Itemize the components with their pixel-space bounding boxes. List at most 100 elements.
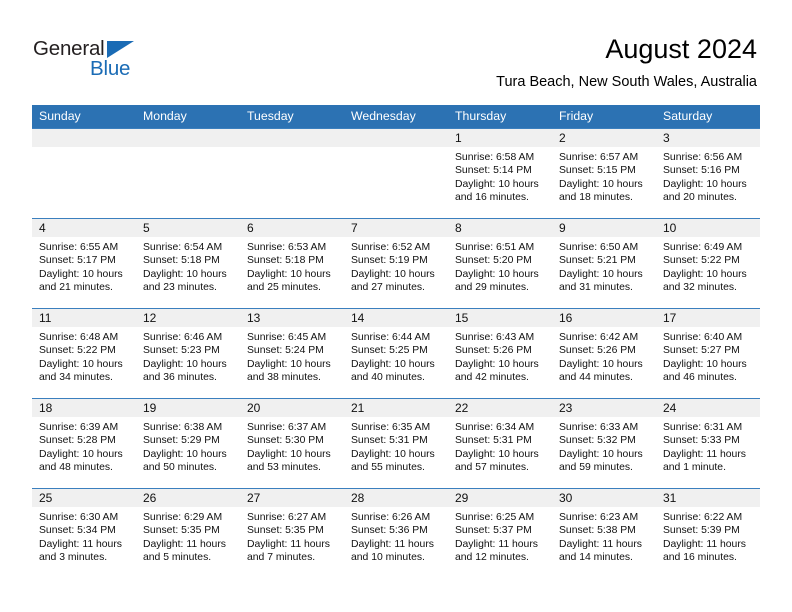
weekday-header-friday: Friday <box>552 105 656 129</box>
daylight-text-line1: Daylight: 10 hours <box>143 268 227 280</box>
day-number: 23 <box>552 399 656 417</box>
daylight-text-line1: Daylight: 11 hours <box>559 538 642 550</box>
sunset-text: Sunset: 5:15 PM <box>559 165 636 177</box>
calendar-day-cell-empty <box>32 128 136 219</box>
calendar-day-cell[interactable]: 18 Sunrise: 6:39 AM Sunset: 5:28 PM Dayligh… <box>32 398 136 489</box>
calendar-week-row: 4 Sunrise: 6:55 AM Sunset: 5:17 PM Daylight… <box>32 218 760 309</box>
calendar-day-cell[interactable]: 15 Sunrise: 6:43 AM Sunset: 5:26 PM Dayligh… <box>448 308 552 399</box>
sunrise-text: Sunrise: 6:48 AM <box>39 332 119 343</box>
day-details: Sunrise: 6:48 AM Sunset: 5:22 PM Daylight:… <box>32 327 136 384</box>
calendar-day-cell[interactable]: 9 Sunrise: 6:50 AM Sunset: 5:21 PM Daylight… <box>552 218 656 309</box>
daylight-text-line2: and 31 minutes. <box>559 281 633 293</box>
daylight-text-line2: and 1 minute. <box>663 461 726 473</box>
daylight-text-line1: Daylight: 11 hours <box>663 538 746 550</box>
day-number: 15 <box>448 309 552 327</box>
day-cell-inner <box>240 129 344 218</box>
calendar-day-cell[interactable]: 1 Sunrise: 6:58 AM Sunset: 5:14 PM Daylight… <box>448 128 552 219</box>
calendar-day-cell[interactable]: 27 Sunrise: 6:27 AM Sunset: 5:35 PM Dayligh… <box>240 488 344 579</box>
sunrise-text: Sunrise: 6:46 AM <box>143 332 223 343</box>
sunrise-text: Sunrise: 6:34 AM <box>455 422 535 433</box>
calendar-week-row: 11 Sunrise: 6:48 AM Sunset: 5:22 PM Dayligh… <box>32 308 760 399</box>
brand-logo[interactable]: General Blue <box>33 38 153 86</box>
daylight-text-line1: Daylight: 11 hours <box>247 538 330 550</box>
day-number: 13 <box>240 309 344 327</box>
calendar-day-cell[interactable]: 7 Sunrise: 6:52 AM Sunset: 5:19 PM Daylight… <box>344 218 448 309</box>
day-details: Sunrise: 6:44 AM Sunset: 5:25 PM Daylight:… <box>344 327 448 384</box>
day-number: 6 <box>240 219 344 237</box>
day-details: Sunrise: 6:26 AM Sunset: 5:36 PM Daylight:… <box>344 507 448 564</box>
sunrise-text: Sunrise: 6:44 AM <box>351 332 431 343</box>
day-number: 11 <box>32 309 136 327</box>
sunset-text: Sunset: 5:14 PM <box>455 165 532 177</box>
day-details: Sunrise: 6:39 AM Sunset: 5:28 PM Daylight:… <box>32 417 136 474</box>
sunrise-text: Sunrise: 6:53 AM <box>247 242 327 253</box>
day-cell-inner: 16 Sunrise: 6:42 AM Sunset: 5:26 PM Dayligh… <box>552 309 656 398</box>
daylight-text-line2: and 21 minutes. <box>39 281 113 293</box>
calendar-day-cell[interactable]: 28 Sunrise: 6:26 AM Sunset: 5:36 PM Dayligh… <box>344 488 448 579</box>
day-number: 12 <box>136 309 240 327</box>
day-details: Sunrise: 6:35 AM Sunset: 5:31 PM Daylight:… <box>344 417 448 474</box>
page-title: August 2024 <box>605 34 757 64</box>
calendar-day-cell[interactable]: 20 Sunrise: 6:37 AM Sunset: 5:30 PM Dayligh… <box>240 398 344 489</box>
calendar-day-cell[interactable]: 16 Sunrise: 6:42 AM Sunset: 5:26 PM Dayligh… <box>552 308 656 399</box>
daylight-text-line2: and 7 minutes. <box>247 551 316 563</box>
calendar-day-cell[interactable]: 4 Sunrise: 6:55 AM Sunset: 5:17 PM Daylight… <box>32 218 136 309</box>
sunset-text: Sunset: 5:16 PM <box>663 165 740 177</box>
sunrise-text: Sunrise: 6:56 AM <box>663 152 743 163</box>
triangle-icon <box>107 41 134 58</box>
weekday-header-saturday: Saturday <box>656 105 760 129</box>
day-cell-inner <box>136 129 240 218</box>
sunrise-text: Sunrise: 6:55 AM <box>39 242 119 253</box>
day-number: 1 <box>448 129 552 147</box>
calendar-day-cell[interactable]: 6 Sunrise: 6:53 AM Sunset: 5:18 PM Daylight… <box>240 218 344 309</box>
calendar-day-cell[interactable]: 26 Sunrise: 6:29 AM Sunset: 5:35 PM Dayligh… <box>136 488 240 579</box>
daylight-text-line1: Daylight: 10 hours <box>39 448 123 460</box>
sunrise-text: Sunrise: 6:39 AM <box>39 422 119 433</box>
calendar-day-cell[interactable]: 3 Sunrise: 6:56 AM Sunset: 5:16 PM Daylight… <box>656 128 760 219</box>
daylight-text-line1: Daylight: 10 hours <box>559 448 643 460</box>
daylight-text-line1: Daylight: 10 hours <box>247 358 331 370</box>
calendar-day-cell[interactable]: 29 Sunrise: 6:25 AM Sunset: 5:37 PM Dayligh… <box>448 488 552 579</box>
calendar-day-cell[interactable]: 10 Sunrise: 6:49 AM Sunset: 5:22 PM Dayligh… <box>656 218 760 309</box>
day-number <box>240 129 344 147</box>
calendar-day-cell[interactable]: 24 Sunrise: 6:31 AM Sunset: 5:33 PM Dayligh… <box>656 398 760 489</box>
calendar-day-cell[interactable]: 23 Sunrise: 6:33 AM Sunset: 5:32 PM Dayligh… <box>552 398 656 489</box>
daylight-text-line1: Daylight: 11 hours <box>143 538 226 550</box>
day-details: Sunrise: 6:42 AM Sunset: 5:26 PM Daylight:… <box>552 327 656 384</box>
day-details: Sunrise: 6:25 AM Sunset: 5:37 PM Daylight:… <box>448 507 552 564</box>
sunrise-text: Sunrise: 6:30 AM <box>39 512 119 523</box>
calendar-day-cell[interactable]: 2 Sunrise: 6:57 AM Sunset: 5:15 PM Daylight… <box>552 128 656 219</box>
calendar-day-cell[interactable]: 25 Sunrise: 6:30 AM Sunset: 5:34 PM Dayligh… <box>32 488 136 579</box>
sunset-text: Sunset: 5:32 PM <box>559 435 636 447</box>
day-details: Sunrise: 6:40 AM Sunset: 5:27 PM Daylight:… <box>656 327 760 384</box>
daylight-text-line2: and 3 minutes. <box>39 551 108 563</box>
calendar-body: 1 Sunrise: 6:58 AM Sunset: 5:14 PM Daylight… <box>32 128 760 579</box>
day-cell-inner: 19 Sunrise: 6:38 AM Sunset: 5:29 PM Dayligh… <box>136 399 240 488</box>
sunset-text: Sunset: 5:17 PM <box>39 255 116 267</box>
daylight-text-line1: Daylight: 10 hours <box>559 268 643 280</box>
day-cell-inner: 11 Sunrise: 6:48 AM Sunset: 5:22 PM Dayligh… <box>32 309 136 398</box>
calendar-week-row: 18 Sunrise: 6:39 AM Sunset: 5:28 PM Dayligh… <box>32 398 760 489</box>
day-details: Sunrise: 6:58 AM Sunset: 5:14 PM Daylight:… <box>448 147 552 204</box>
calendar-day-cell[interactable]: 12 Sunrise: 6:46 AM Sunset: 5:23 PM Dayligh… <box>136 308 240 399</box>
day-cell-inner: 21 Sunrise: 6:35 AM Sunset: 5:31 PM Dayligh… <box>344 399 448 488</box>
sunset-text: Sunset: 5:31 PM <box>351 435 428 447</box>
sunset-text: Sunset: 5:24 PM <box>247 345 324 357</box>
calendar-day-cell[interactable]: 11 Sunrise: 6:48 AM Sunset: 5:22 PM Dayligh… <box>32 308 136 399</box>
calendar-day-cell[interactable]: 8 Sunrise: 6:51 AM Sunset: 5:20 PM Daylight… <box>448 218 552 309</box>
calendar-day-cell[interactable]: 30 Sunrise: 6:23 AM Sunset: 5:38 PM Dayligh… <box>552 488 656 579</box>
sunrise-text: Sunrise: 6:22 AM <box>663 512 743 523</box>
calendar-day-cell[interactable]: 5 Sunrise: 6:54 AM Sunset: 5:18 PM Daylight… <box>136 218 240 309</box>
sunset-text: Sunset: 5:22 PM <box>663 255 740 267</box>
calendar-day-cell[interactable]: 13 Sunrise: 6:45 AM Sunset: 5:24 PM Dayligh… <box>240 308 344 399</box>
sunset-text: Sunset: 5:20 PM <box>455 255 532 267</box>
calendar-week-row: 1 Sunrise: 6:58 AM Sunset: 5:14 PM Daylight… <box>32 128 760 219</box>
calendar-day-cell[interactable]: 21 Sunrise: 6:35 AM Sunset: 5:31 PM Dayligh… <box>344 398 448 489</box>
day-details: Sunrise: 6:33 AM Sunset: 5:32 PM Daylight:… <box>552 417 656 474</box>
calendar-day-cell[interactable]: 31 Sunrise: 6:22 AM Sunset: 5:39 PM Dayligh… <box>656 488 760 579</box>
calendar-day-cell[interactable]: 19 Sunrise: 6:38 AM Sunset: 5:29 PM Dayligh… <box>136 398 240 489</box>
calendar-day-cell[interactable]: 17 Sunrise: 6:40 AM Sunset: 5:27 PM Dayligh… <box>656 308 760 399</box>
calendar-day-cell[interactable]: 22 Sunrise: 6:34 AM Sunset: 5:31 PM Dayligh… <box>448 398 552 489</box>
sunset-text: Sunset: 5:39 PM <box>663 525 740 537</box>
calendar-day-cell[interactable]: 14 Sunrise: 6:44 AM Sunset: 5:25 PM Dayligh… <box>344 308 448 399</box>
